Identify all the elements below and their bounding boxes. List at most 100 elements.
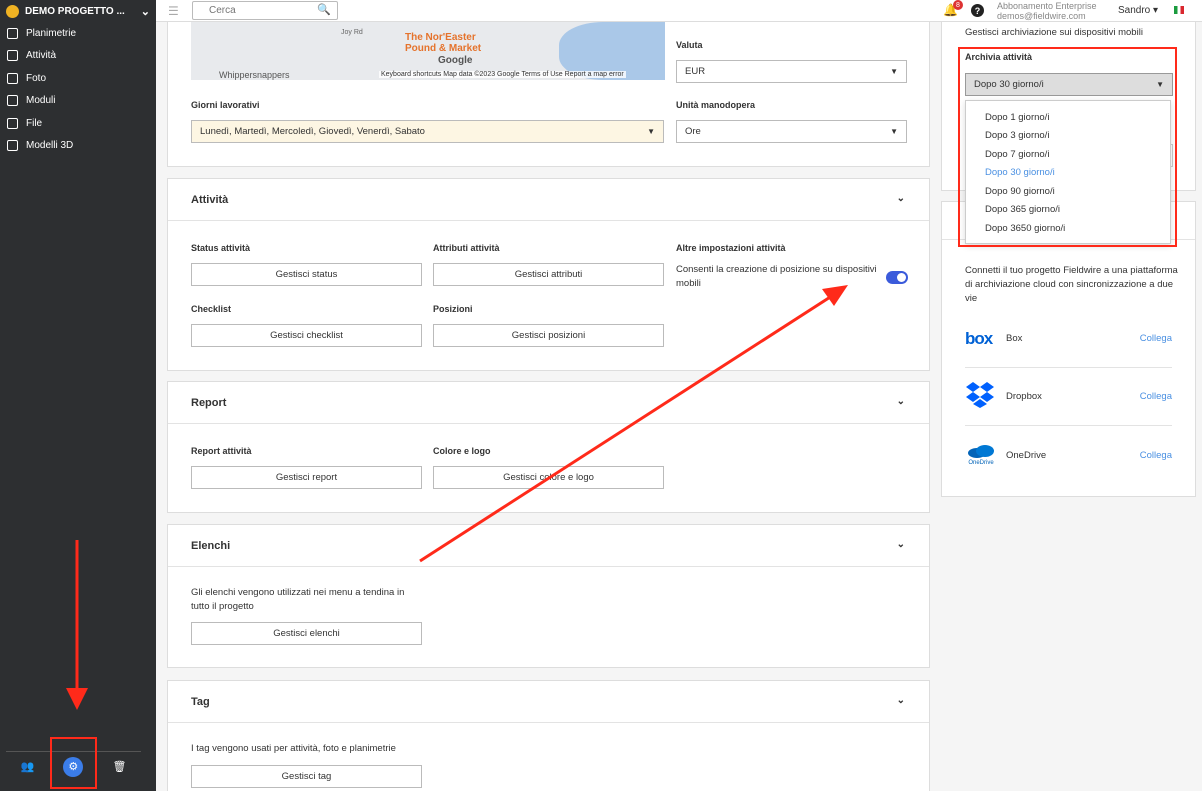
people-icon[interactable]: 👥 [21,760,35,773]
notification-badge: 8 [953,0,963,10]
user-email: demos@fieldwire.com [997,11,1086,21]
sidebar-item-planimetrie[interactable]: Planimetrie [0,22,156,45]
tag-panel: Tag ⌄ I tag vengono usati per attività, f… [167,680,930,791]
attivita-header[interactable]: Attività ⌄ [168,179,929,221]
annotation-box-archive [958,47,1177,247]
caret-down-icon: ▼ [647,127,655,136]
chevron-down-icon: ⌄ [140,5,150,18]
italian-flag-icon[interactable] [1174,6,1184,14]
connect-box-link[interactable]: Collega [1140,333,1172,344]
sidebar-item-moduli[interactable]: Moduli [0,90,156,113]
colore-label: Colore e logo [433,446,491,456]
forms-icon [7,95,18,107]
caret-down-icon: ▼ [890,127,898,136]
manage-tags-button[interactable]: Gestisci tag [191,765,422,788]
panel-title: Tag [191,695,210,708]
manage-attributes-button[interactable]: Gestisci attributi [433,263,664,286]
cube-icon [7,140,18,152]
menu-icon[interactable]: ☰ [168,4,179,18]
posizioni-label: Posizioni [433,304,473,314]
service-name: Dropbox [1006,391,1042,402]
sidebar-item-label: File [26,117,43,129]
attributi-label: Attributi attività [433,243,500,253]
project-map[interactable]: Joy Rd The Nor'Easter Pound & Market Goo… [191,22,665,80]
manage-status-button[interactable]: Gestisci status [191,263,422,286]
elenchi-panel: Elenchi ⌄ Gli elenchi vengono utilizzati … [167,524,930,668]
checklist-label: Checklist [191,304,232,314]
valuta-label: Valuta [676,40,703,50]
paperclip-icon [7,117,18,129]
altre-label: Altre impostazioni attività [676,243,786,253]
help-icon[interactable]: ? [971,4,984,17]
map-attribution: Keyboard shortcuts Map data ©2023 Google… [379,71,626,78]
fieldwire-logo-icon [6,4,19,18]
sidebar-item-label: Foto [26,72,47,84]
map-poi-label: The Nor'Easter Pound & Market [405,32,482,54]
box-logo-icon: box [965,328,993,348]
sidebar-item-foto[interactable]: Foto [0,67,156,90]
manage-positions-button[interactable]: Gestisci posizioni [433,324,664,347]
chevron-down-icon[interactable]: ⌄ [897,396,905,407]
sidebar: DEMO PROGETTO ... ⌄ Planimetrie Attività… [0,0,156,791]
giorni-label: Giorni lavorativi [191,100,260,110]
caret-down-icon: ▼ [890,67,898,76]
sidebar-item-modelli-3d[interactable]: Modelli 3D [0,135,156,158]
archive-subtitle: Gestisci archiviazione sui dispositivi m… [965,27,1143,38]
unita-select[interactable]: Ore ▼ [676,120,907,143]
project-switcher[interactable]: DEMO PROGETTO ... ⌄ [0,0,156,22]
chevron-down-icon[interactable]: ⌄ [897,695,905,706]
cloud-description: Connetti il tuo progetto Fieldwire a una… [965,265,1178,304]
sidebar-item-file[interactable]: File [0,112,156,135]
service-name: OneDrive [1006,449,1047,461]
search-icon[interactable]: 🔍 [317,3,331,16]
service-name: Box [1006,333,1023,344]
tag-header[interactable]: Tag ⌄ [168,681,929,723]
camera-icon [7,72,18,84]
panel-title: Elenchi [191,539,231,552]
google-logo: Google [438,55,473,66]
manage-lists-button[interactable]: Gestisci elenchi [191,622,422,645]
report-panel: Report ⌄ Report attività Gestisci report … [167,381,930,513]
connect-dropbox-link[interactable]: Collega [1140,391,1172,402]
sidebar-item-attivita[interactable]: Attività [0,45,156,68]
elenchi-header[interactable]: Elenchi ⌄ [168,525,929,567]
service-box: box Box Collega [965,310,1172,368]
topbar: ☰ 🔍 🔔 8 ? Abbonamento Enterprise demos@f… [156,0,1202,22]
map-poi2-label: Whippersnappers [219,70,290,80]
sidebar-item-label: Moduli [26,95,56,107]
manage-color-logo-button[interactable]: Gestisci colore e logo [433,466,664,489]
service-dropbox: Dropbox Collega [965,368,1172,426]
chevron-down-icon[interactable]: ⌄ [897,539,905,550]
general-settings-panel: Joy Rd The Nor'Easter Pound & Market Goo… [167,22,930,167]
status-label: Status attività [191,243,251,253]
sidebar-item-label: Modelli 3D [26,140,74,152]
manage-report-button[interactable]: Gestisci report [191,466,422,489]
map-road-label: Joy Rd [341,29,363,36]
sidebar-item-label: Planimetrie [26,27,77,39]
tasks-icon [7,50,18,62]
panel-title: Report [191,396,227,409]
chevron-down-icon[interactable]: ⌄ [897,193,905,204]
manage-checklist-button[interactable]: Gestisci checklist [191,324,422,347]
user-menu[interactable]: Sandro ▾ [1118,5,1158,16]
connect-onedrive-link[interactable]: Collega [1140,450,1172,461]
sidebar-item-label: Attività [26,50,57,62]
attivita-panel: Attività ⌄ Status attività Gestisci statu… [167,178,930,371]
giorni-value: Lunedì, Martedì, Mercoledì, Giovedì, Ven… [200,126,425,137]
mobile-positions-toggle[interactable] [886,271,908,284]
report-header[interactable]: Report ⌄ [168,382,929,424]
elenchi-description: Gli elenchi vengono utilizzati nei menu … [191,587,405,612]
onedrive-logo-icon: OneDrive [965,444,997,466]
mobile-positions-text: Consenti la creazione di posizione su di… [676,264,877,289]
service-onedrive: OneDrive OneDrive Collega [965,426,1172,484]
report-label: Report attività [191,446,252,456]
valuta-value: EUR [685,66,706,77]
unita-label: Unità manodopera [676,100,756,110]
trash-icon[interactable]: 🗑 [112,760,126,773]
unita-value: Ore [685,126,701,137]
project-name: DEMO PROGETTO ... [25,5,125,17]
floorplan-icon [7,27,18,39]
user-name: Sandro [1118,5,1151,16]
giorni-select[interactable]: Lunedì, Martedì, Mercoledì, Giovedì, Ven… [191,120,664,143]
valuta-select[interactable]: EUR ▼ [676,60,907,83]
